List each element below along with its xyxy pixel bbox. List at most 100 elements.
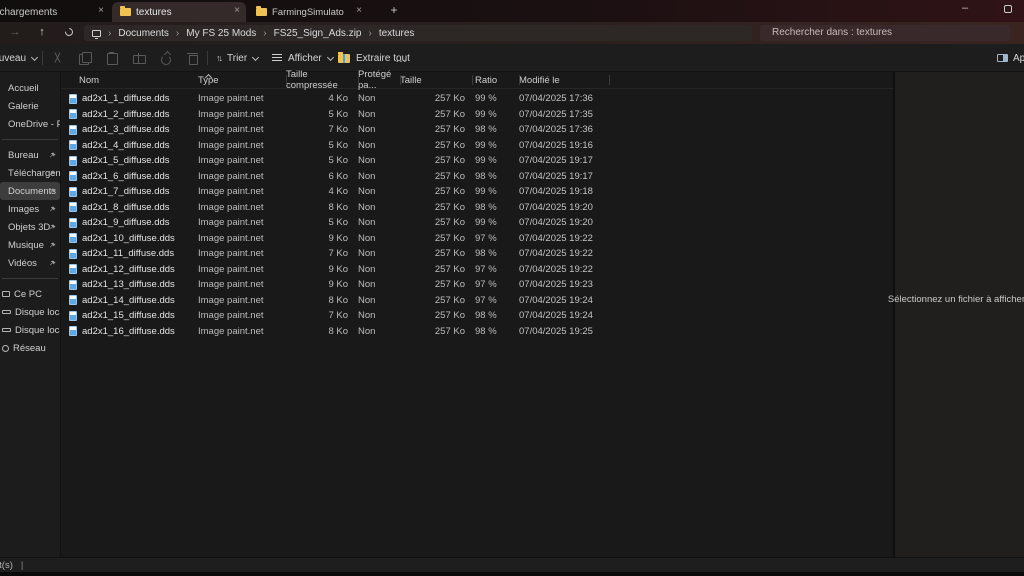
table-row[interactable]: ad2x1_4_diffuse.dds Image paint.net 5 Ko… <box>61 138 893 154</box>
sidebar-item-label: OneDrive - Persona <box>8 119 60 130</box>
new-tab-button[interactable]: + <box>385 2 403 20</box>
main-area: AccueilGalerie OneDrive - Persona Bureau T… <box>0 72 1024 557</box>
sidebar-item[interactable]: Musique <box>0 236 60 254</box>
sidebar-item[interactable]: Images <box>0 200 60 218</box>
file-name: ad2x1_15_diffuse.dds <box>82 310 175 321</box>
table-row[interactable]: ad2x1_16_diffuse.dds Image paint.net 8 K… <box>61 324 893 340</box>
sidebar-item[interactable]: Réseau <box>0 339 60 357</box>
file-ratio-cell: 99 % <box>468 140 515 151</box>
cut-icon[interactable] <box>52 52 65 64</box>
paste-icon[interactable] <box>106 52 119 64</box>
status-bar: élément(s)| <box>0 557 1024 572</box>
new-button[interactable]: Nouveau <box>0 44 37 72</box>
file-name: ad2x1_6_diffuse.dds <box>82 171 170 182</box>
close-tab-icon[interactable]: × <box>234 5 240 17</box>
file-type-cell: Image paint.net <box>194 279 282 290</box>
close-tab-icon[interactable]: × <box>98 5 104 17</box>
breadcrumb-item[interactable]: My FS 25 Mods <box>186 28 256 39</box>
column-header-ratio[interactable]: Ratio <box>468 75 515 86</box>
sidebar-item[interactable]: Accueil <box>0 79 60 97</box>
sidebar-item[interactable]: OneDrive - Persona <box>0 115 60 133</box>
file-protected-cell: Non <box>354 202 396 213</box>
sidebar-item[interactable]: Vidéos <box>0 254 60 272</box>
breadcrumb-item[interactable]: textures <box>379 28 415 39</box>
delete-icon[interactable] <box>187 52 200 64</box>
sidebar-item[interactable]: Bureau <box>0 146 60 164</box>
table-row[interactable]: ad2x1_2_diffuse.dds Image paint.net 5 Ko… <box>61 107 893 123</box>
file-modified-cell: 07/04/2025 19:20 <box>515 217 635 228</box>
file-size-cell: 257 Ko <box>396 140 468 151</box>
file-protected-cell: Non <box>354 140 396 151</box>
pin-icon <box>49 151 56 162</box>
file-name: ad2x1_16_diffuse.dds <box>82 326 175 337</box>
column-divider[interactable] <box>286 75 287 85</box>
minimize-button[interactable]: – <box>950 0 980 20</box>
file-compressed-size-cell: 8 Ko <box>282 202 354 213</box>
file-protected-cell: Non <box>354 171 396 182</box>
preview-toggle-button[interactable]: Aperçu <box>997 44 1024 72</box>
table-row[interactable]: ad2x1_15_diffuse.dds Image paint.net 7 K… <box>61 308 893 324</box>
table-row[interactable]: ad2x1_11_diffuse.dds Image paint.net 7 K… <box>61 246 893 262</box>
file-modified-cell: 07/04/2025 19:24 <box>515 310 635 321</box>
share-icon[interactable] <box>160 52 173 64</box>
table-row[interactable]: ad2x1_10_diffuse.dds Image paint.net 9 K… <box>61 231 893 247</box>
tab-label: Téléchargements <box>0 7 57 18</box>
tab-bar: Téléchargements × textures × FarmingSimu… <box>0 0 1024 22</box>
column-header-nom[interactable]: Nom <box>61 75 194 86</box>
table-row[interactable]: ad2x1_6_diffuse.dds Image paint.net 6 Ko… <box>61 169 893 185</box>
sidebar-separator <box>2 139 58 140</box>
up-icon[interactable]: ↑ <box>33 25 51 41</box>
file-type-cell: Image paint.net <box>194 140 282 151</box>
sidebar-item[interactable]: Objets 3D <box>0 218 60 236</box>
table-row[interactable]: ad2x1_1_diffuse.dds Image paint.net 4 Ko… <box>61 91 893 107</box>
tab-farmingsimulator2025[interactable]: FarmingSimulator2025 × <box>248 2 368 22</box>
table-row[interactable]: ad2x1_12_diffuse.dds Image paint.net 9 K… <box>61 262 893 278</box>
table-row[interactable]: ad2x1_14_diffuse.dds Image paint.net 8 K… <box>61 293 893 309</box>
sidebar-item-label: Bureau <box>8 150 39 161</box>
forward-icon[interactable]: → <box>6 25 24 41</box>
table-row[interactable]: ad2x1_7_diffuse.dds Image paint.net 4 Ko… <box>61 184 893 200</box>
breadcrumb: Documents My FS 25 Mods FS25_Sign_Ads.zip t… <box>101 28 414 39</box>
column-header-protege[interactable]: Protégé pa... <box>354 69 396 91</box>
address-bar[interactable]: Documents My FS 25 Mods FS25_Sign_Ads.zip t… <box>84 25 752 41</box>
sort-button[interactable]: ↑↓ Trier <box>216 44 258 72</box>
column-divider[interactable] <box>519 75 520 85</box>
copy-icon[interactable] <box>79 52 92 64</box>
column-divider[interactable] <box>472 75 473 85</box>
column-divider[interactable] <box>609 75 610 85</box>
sidebar-item[interactable]: Disque local (E:) <box>0 321 60 339</box>
column-divider[interactable] <box>400 75 401 85</box>
more-options-button[interactable]: … <box>395 44 407 72</box>
file-compressed-size-cell: 9 Ko <box>282 233 354 244</box>
column-header-modifie-le[interactable]: Modifié le <box>515 75 635 86</box>
sidebar-item[interactable]: Ce PC <box>0 285 60 303</box>
table-row[interactable]: ad2x1_5_diffuse.dds Image paint.net 5 Ko… <box>61 153 893 169</box>
sidebar-item-label: Disque local (C:) <box>15 307 60 318</box>
breadcrumb-item[interactable]: FS25_Sign_Ads.zip <box>274 28 362 39</box>
column-header-taille-compressee[interactable]: Taille compressée <box>282 69 354 91</box>
refresh-icon[interactable] <box>60 25 78 41</box>
search-input[interactable]: Rechercher dans : textures <box>760 25 1010 41</box>
tab-telechargements[interactable]: Téléchargements × <box>0 2 110 22</box>
view-button[interactable]: Afficher <box>272 44 333 72</box>
rename-icon[interactable] <box>133 52 146 64</box>
table-row[interactable]: ad2x1_13_diffuse.dds Image paint.net 9 K… <box>61 277 893 293</box>
sidebar-item[interactable]: Disque local (C:) <box>0 303 60 321</box>
column-headers: Nom Type Taille compressée Protégé pa...… <box>61 72 893 89</box>
file-ratio-cell: 98 % <box>468 248 515 259</box>
maximize-button[interactable] <box>993 0 1023 20</box>
breadcrumb-item[interactable]: Documents <box>118 28 169 39</box>
table-row[interactable]: ad2x1_3_diffuse.dds Image paint.net 7 Ko… <box>61 122 893 138</box>
file-name-cell: ad2x1_7_diffuse.dds <box>61 186 194 197</box>
column-header-taille[interactable]: Taille <box>396 75 468 86</box>
file-protected-cell: Non <box>354 186 396 197</box>
file-modified-cell: 07/04/2025 19:18 <box>515 186 635 197</box>
table-row[interactable]: ad2x1_9_diffuse.dds Image paint.net 5 Ko… <box>61 215 893 231</box>
close-tab-icon[interactable]: × <box>356 5 362 17</box>
column-divider[interactable] <box>358 75 359 85</box>
sidebar-item[interactable]: Documents <box>0 182 60 200</box>
tab-textures[interactable]: textures × <box>112 2 246 22</box>
table-row[interactable]: ad2x1_8_diffuse.dds Image paint.net 8 Ko… <box>61 200 893 216</box>
sidebar-item[interactable]: Galerie <box>0 97 60 115</box>
sidebar-item[interactable]: Téléchargement <box>0 164 60 182</box>
